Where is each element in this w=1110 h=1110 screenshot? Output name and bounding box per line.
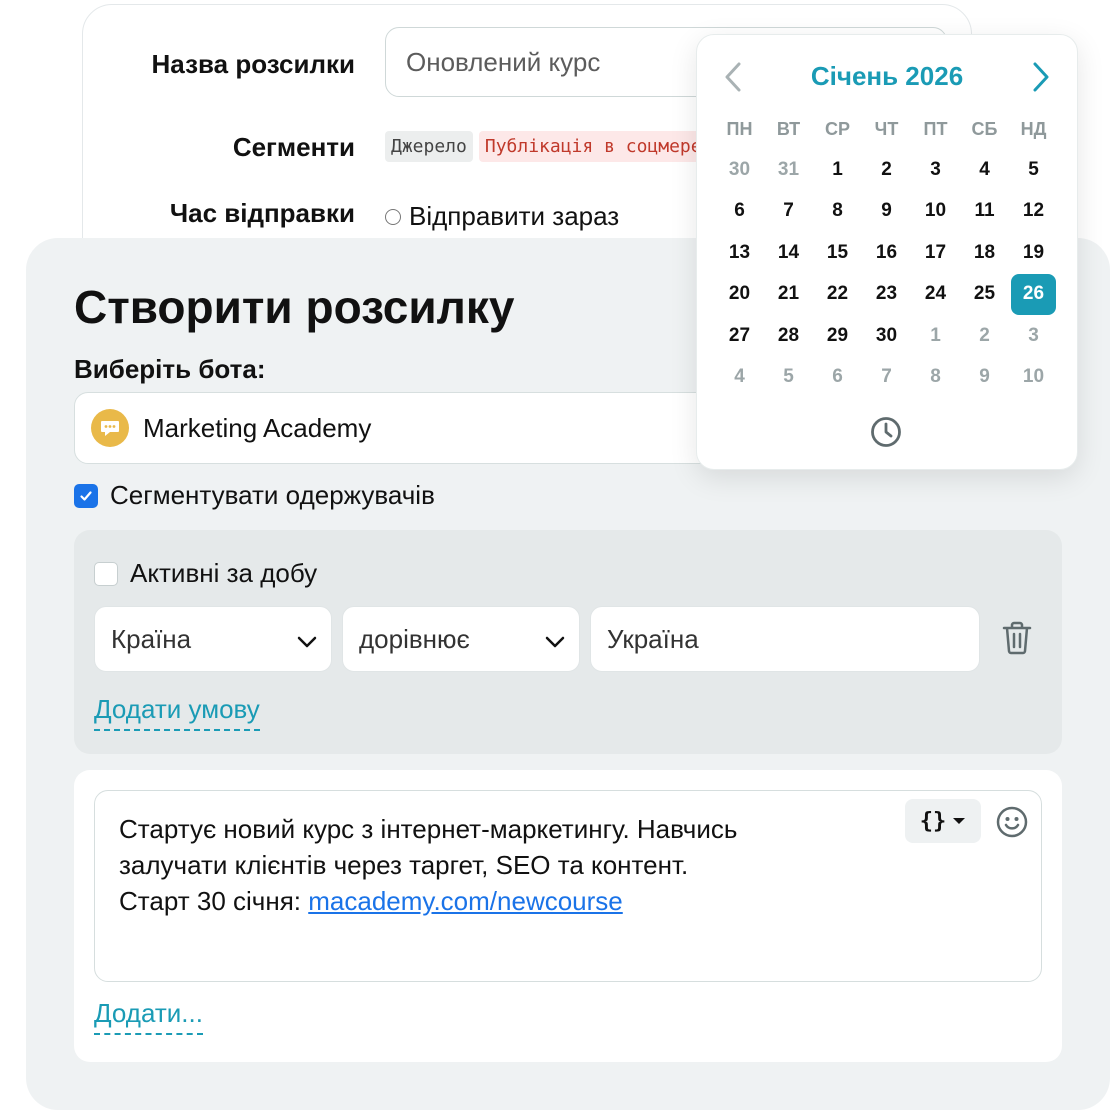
weekday-label: ПН [726, 119, 753, 139]
calendar-day[interactable]: 5 [1009, 149, 1058, 191]
calendar-day[interactable]: 5 [764, 357, 813, 399]
calendar-day[interactable]: 10 [911, 191, 960, 233]
calendar-day[interactable]: 9 [960, 357, 1009, 399]
calendar-day[interactable]: 4 [715, 357, 764, 399]
calendar-day[interactable]: 18 [960, 232, 1009, 274]
condition-field-value: Країна [111, 623, 192, 654]
bot-name: Marketing Academy [143, 412, 372, 443]
calendar-day[interactable]: 30 [715, 149, 764, 191]
send-time-label: Час відправки [169, 198, 355, 228]
active-per-day-label: Активні за добу [130, 558, 318, 588]
calendar-day[interactable]: 21 [764, 274, 813, 316]
message-editor[interactable]: Стартує новий курс з інтернет-маркетингу… [94, 790, 1042, 982]
condition-value-input[interactable]: Україна [590, 606, 980, 672]
calendar-day[interactable]: 7 [862, 357, 911, 399]
chat-bubble-icon [91, 409, 129, 447]
bot-label: Виберіть бота: [74, 354, 266, 384]
condition-operator-select[interactable]: дорівнює [342, 606, 580, 672]
conditions-box: Активні за добу Країна дорівнює Україна [74, 530, 1062, 754]
calendar-day[interactable]: 16 [862, 232, 911, 274]
segments-label: Сегменти [232, 132, 355, 162]
segment-tags: Джерело Публікація в соцмережах [385, 131, 741, 162]
calendar-day[interactable]: 10 [1009, 357, 1058, 399]
add-condition-link[interactable]: Додати умову [94, 694, 260, 731]
radio-circle-icon[interactable] [385, 208, 401, 225]
course-link[interactable]: macademy.com/newcourse [308, 886, 623, 916]
calendar-day[interactable]: 7 [764, 191, 813, 233]
weekday-label: НД [1020, 119, 1047, 139]
calendar-day[interactable]: 31 [764, 149, 813, 191]
chevron-down-icon [297, 624, 317, 655]
calendar-day[interactable]: 23 [862, 274, 911, 316]
send-now-radio[interactable]: Відправити зараз [385, 201, 619, 232]
segment-recipients-checkbox[interactable]: Сегментувати одержувачів [74, 480, 435, 511]
condition-value-text: Україна [607, 623, 699, 654]
weekday-label: ВТ [776, 119, 801, 139]
calendar-day[interactable]: 1 [813, 149, 862, 191]
braces-icon: {} [919, 808, 947, 834]
calendar-days-grid: 30 31 1 2 3 4 5 6 7 8 9 10 11 12 13 14 15 16 17 18 19 20 21 22 2… [715, 149, 1058, 398]
calendar-day[interactable]: 11 [960, 191, 1009, 233]
weekday-label: СР [824, 119, 850, 139]
calendar-day[interactable]: 13 [715, 232, 764, 274]
calendar-day[interactable]: 17 [911, 232, 960, 274]
variables-button[interactable]: {} [905, 799, 981, 843]
segment-checkbox-label: Сегментувати одержувачів [110, 480, 435, 510]
calendar-day[interactable]: 8 [911, 357, 960, 399]
calendar-day[interactable]: 27 [715, 315, 764, 357]
active-per-day-checkbox[interactable]: Активні за добу [94, 558, 317, 589]
check-icon[interactable] [74, 483, 98, 508]
calendar-day[interactable]: 25 [960, 274, 1009, 316]
calendar-day[interactable]: 8 [813, 191, 862, 233]
calendar-day[interactable]: 2 [960, 315, 1009, 357]
calendar-day[interactable]: 9 [862, 191, 911, 233]
calendar-day[interactable]: 22 [813, 274, 862, 316]
send-now-label: Відправити зараз [409, 201, 620, 231]
checkbox-empty-icon[interactable] [94, 561, 118, 586]
calendar-day[interactable]: 6 [813, 357, 862, 399]
chevron-down-icon [545, 624, 565, 655]
calendar-day[interactable]: 3 [911, 149, 960, 191]
message-line-prefix: Старт 30 січня: [119, 886, 309, 916]
calendar-day[interactable]: 3 [1009, 315, 1058, 357]
message-line: Старт 30 січня: macademy.com/newcourse [119, 883, 879, 919]
condition-operator-value: дорівнює [359, 623, 470, 654]
clock-icon[interactable] [869, 415, 903, 454]
calendar-day[interactable]: 29 [813, 315, 862, 357]
caret-down-icon [952, 812, 966, 830]
calendar-weekdays: ПН ВТ СР ЧТ ПТ СБ НД [715, 119, 1058, 140]
calendar-day[interactable]: 1 [911, 315, 960, 357]
message-text[interactable]: Стартує новий курс з інтернет-маркетингу… [119, 811, 879, 919]
weekday-label: СБ [971, 119, 998, 139]
calendar-day[interactable]: 19 [1009, 232, 1058, 274]
calendar-day[interactable]: 24 [911, 274, 960, 316]
calendar-month-title: Січень 2026 [810, 61, 964, 91]
calendar-day[interactable]: 4 [960, 149, 1009, 191]
add-button-link[interactable]: Додати... [94, 998, 203, 1035]
date-picker-popup: Січень 2026 ПН ВТ СР ЧТ ПТ СБ НД 30 31 1 2 3 4 5 6 7 8 9… [696, 34, 1078, 470]
calendar-day-selected[interactable]: 26 [1011, 273, 1056, 315]
trash-icon[interactable] [1000, 620, 1034, 661]
calendar-day[interactable]: 14 [764, 232, 813, 274]
chevron-right-icon[interactable] [1031, 61, 1051, 98]
calendar-day[interactable]: 6 [715, 191, 764, 233]
calendar-day[interactable]: 12 [1009, 191, 1058, 233]
calendar-day[interactable]: 20 [715, 274, 764, 316]
message-box: Стартує новий курс з інтернет-маркетингу… [74, 770, 1062, 1062]
message-line: Стартує новий курс з інтернет-маркетингу… [119, 814, 738, 844]
smiley-icon[interactable] [995, 805, 1029, 844]
weekday-label: ЧТ [874, 119, 899, 139]
calendar-day[interactable]: 2 [862, 149, 911, 191]
condition-field-select[interactable]: Країна [94, 606, 332, 672]
tag-source[interactable]: Джерело [385, 131, 473, 162]
calendar-day[interactable]: 15 [813, 232, 862, 274]
calendar-day[interactable]: 28 [764, 315, 813, 357]
page-title: Створити розсилку [74, 281, 515, 333]
name-label: Назва розсилки [151, 49, 355, 79]
weekday-label: ПТ [923, 119, 948, 139]
message-line: залучати клієнтів через таргет, SEO та к… [119, 850, 689, 880]
calendar-day[interactable]: 30 [862, 315, 911, 357]
